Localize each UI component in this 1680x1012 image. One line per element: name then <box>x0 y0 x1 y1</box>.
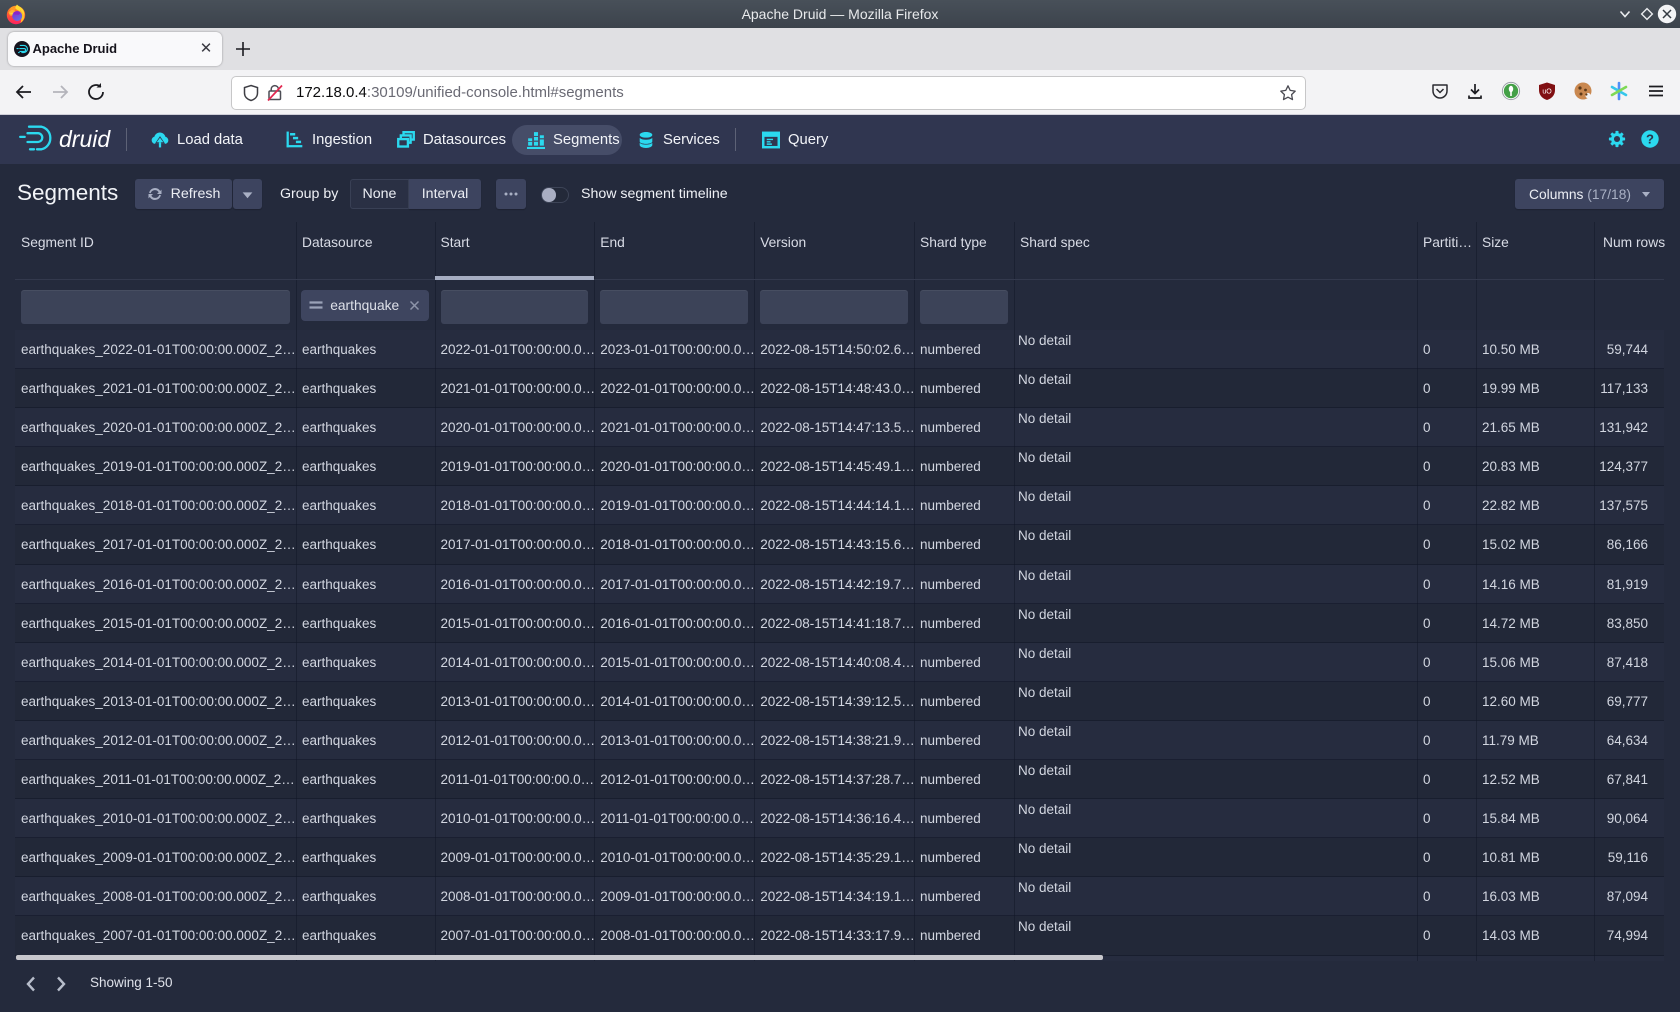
svg-text:?: ? <box>1646 132 1654 147</box>
svg-text:uO: uO <box>1542 89 1552 96</box>
